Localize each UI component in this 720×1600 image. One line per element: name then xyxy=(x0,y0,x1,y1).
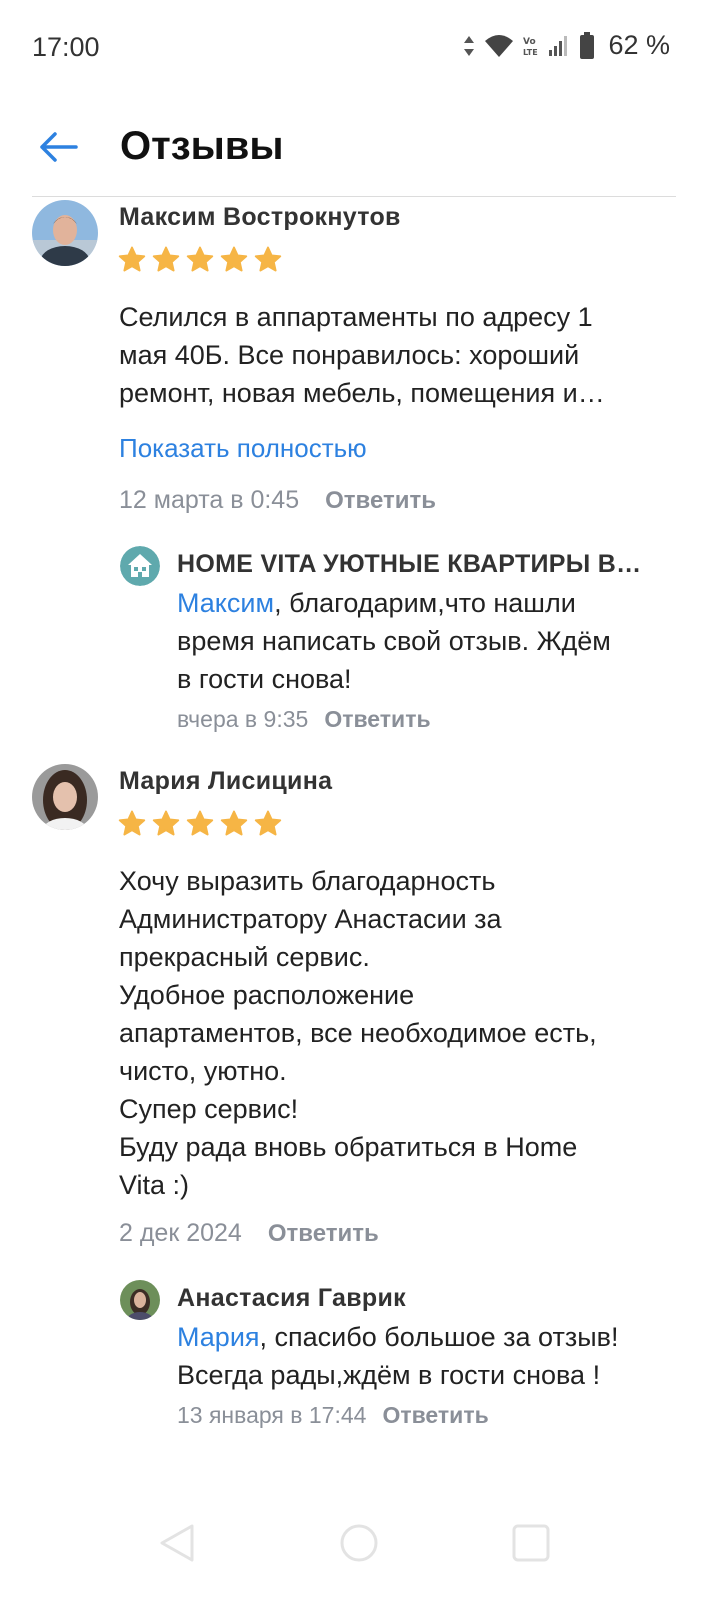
reply-button[interactable]: Ответить xyxy=(324,706,430,733)
data-transfer-icon xyxy=(464,35,475,56)
response-meta: вчера в 9:35 Ответить xyxy=(177,706,431,733)
review-text-line: мая 40Б. Все понравилось: хороший xyxy=(119,340,580,370)
status-time: 17:00 xyxy=(32,32,100,62)
response-text-line: время написать свой отзыв. Ждём xyxy=(177,626,611,656)
review-text-line: апартаментов, все необходимое есть, xyxy=(119,1018,597,1048)
nav-back-button[interactable] xyxy=(152,1518,202,1568)
review-text-line: Vita :) xyxy=(119,1170,190,1200)
review-text-line: Буду рада вновь обратиться в Home xyxy=(119,1132,578,1162)
response-author[interactable]: Анастасия Гаврик xyxy=(177,1284,406,1313)
response-text: Максим, благодарим,что нашли время напис… xyxy=(177,584,677,698)
star-icon xyxy=(152,810,180,836)
header-divider xyxy=(32,196,676,197)
status-icons: Vo LTE 62 % xyxy=(463,30,670,61)
review-author[interactable]: Максим Вострокнутов xyxy=(119,203,401,232)
status-bar: 17:00 Vo LTE 62 % xyxy=(0,0,720,96)
review-text-line: Селился в аппартаменты по адресу 1 xyxy=(119,302,593,332)
review-text: Хочу выразить благодарность Администрато… xyxy=(119,862,659,1204)
svg-text:LTE: LTE xyxy=(523,48,538,57)
rating-stars xyxy=(117,809,283,839)
avatar[interactable] xyxy=(32,764,98,830)
review-text: Селился в аппартаменты по адресу 1 мая 4… xyxy=(119,298,659,412)
review-date: 2 дек 2024 xyxy=(119,1219,242,1247)
battery-percent: 62 % xyxy=(608,30,670,60)
response-text-first: , благодарим,что нашли xyxy=(274,588,576,618)
star-icon xyxy=(152,246,180,272)
star-icon xyxy=(220,810,248,836)
company-avatar[interactable] xyxy=(120,546,160,586)
nav-recents-icon xyxy=(512,1524,550,1562)
response-text-line: Всегда рады,ждём в гости снова ! xyxy=(177,1360,601,1390)
nav-home-icon xyxy=(340,1524,378,1562)
review-date: 12 марта в 0:45 xyxy=(119,486,300,514)
response-date: вчера в 9:35 xyxy=(177,706,309,732)
response-text-line: в гости снова! xyxy=(177,664,352,694)
star-icon xyxy=(254,246,282,272)
review-text-line: чисто, уютно. xyxy=(119,1056,287,1086)
nav-back-icon xyxy=(160,1524,194,1562)
svg-text:Vo: Vo xyxy=(523,37,536,47)
review-text-line: ремонт, новая мебель, помещения и… xyxy=(119,378,605,408)
star-icon xyxy=(186,246,214,272)
star-icon xyxy=(186,810,214,836)
star-icon xyxy=(254,810,282,836)
volte-icon: Vo LTE xyxy=(523,37,538,57)
nav-recents-button[interactable] xyxy=(506,1518,556,1568)
response-author[interactable]: HOME VITA УЮТНЫЕ КВАРТИРЫ В… xyxy=(177,550,641,579)
back-button[interactable] xyxy=(28,122,88,172)
system-nav-bar xyxy=(0,1490,720,1600)
signal-icon xyxy=(549,35,568,56)
avatar[interactable] xyxy=(32,200,98,266)
reply-button[interactable]: Ответить xyxy=(382,1402,488,1429)
response-meta: 13 января в 17:44 Ответить xyxy=(177,1402,489,1429)
review-text-line: Администратору Анастасии за xyxy=(119,904,502,934)
review-author[interactable]: Мария Лисицина xyxy=(119,767,332,796)
review-text-line: Супер сервис! xyxy=(119,1094,299,1124)
show-more-link[interactable]: Показать полностью xyxy=(119,433,367,464)
review-meta: 12 марта в 0:45 Ответить xyxy=(119,486,436,515)
review-text-line: Удобное расположение xyxy=(119,980,415,1010)
star-icon xyxy=(220,246,248,272)
review-meta: 2 дек 2024 Ответить xyxy=(119,1219,379,1248)
reply-button[interactable]: Ответить xyxy=(325,487,436,515)
review-text-line: Хочу выразить благодарность xyxy=(119,866,496,896)
response-text-first: , спасибо большое за отзыв! xyxy=(259,1322,619,1352)
review-text-line: прекрасный сервис. xyxy=(119,942,370,972)
avatar[interactable] xyxy=(120,1280,160,1320)
response-text: Мария, спасибо большое за отзыв! Всегда … xyxy=(177,1318,677,1394)
arrow-left-icon xyxy=(40,132,78,162)
app-header: Отзывы xyxy=(0,100,720,196)
star-icon xyxy=(118,246,146,272)
rating-stars xyxy=(117,245,283,275)
star-icon xyxy=(118,810,146,836)
page-title: Отзывы xyxy=(120,124,284,168)
nav-home-button[interactable] xyxy=(334,1518,384,1568)
response-text-line: Максим, благодарим,что нашли xyxy=(177,584,677,622)
reply-button[interactable]: Ответить xyxy=(268,1220,379,1248)
wifi-icon xyxy=(485,34,514,57)
home-icon xyxy=(120,546,160,586)
battery-icon xyxy=(580,31,595,59)
response-date: 13 января в 17:44 xyxy=(177,1402,367,1428)
mention-link[interactable]: Максим xyxy=(177,588,274,618)
response-text-line: Мария, спасибо большое за отзыв! xyxy=(177,1318,677,1356)
mention-link[interactable]: Мария xyxy=(177,1322,260,1352)
